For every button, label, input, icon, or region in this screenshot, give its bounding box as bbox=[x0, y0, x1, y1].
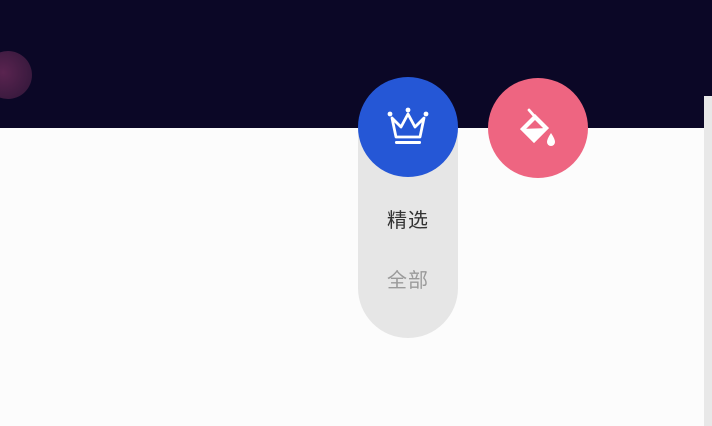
scrollbar-track[interactable] bbox=[704, 96, 712, 426]
theme-button[interactable] bbox=[488, 78, 588, 178]
page: 精选 全部 bbox=[0, 0, 712, 426]
vip-filter-button[interactable] bbox=[358, 77, 458, 177]
filter-option-featured[interactable]: 精选 bbox=[358, 204, 458, 233]
top-banner bbox=[0, 0, 712, 128]
paint-bucket-icon bbox=[520, 108, 555, 146]
crown-icon bbox=[387, 107, 429, 144]
filter-option-all[interactable]: 全部 bbox=[358, 264, 458, 293]
